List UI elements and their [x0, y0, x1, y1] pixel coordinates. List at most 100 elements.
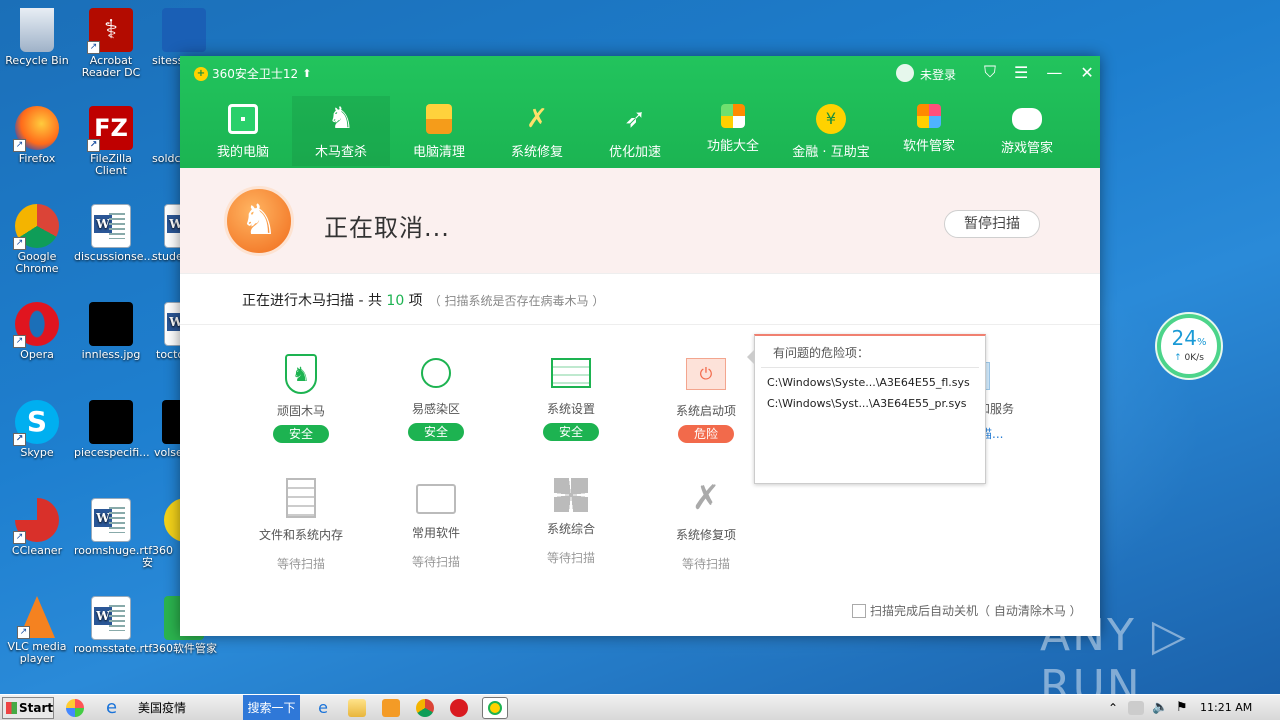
tab-trojan-scan[interactable]: ♞ 木马查杀 — [292, 96, 390, 166]
pause-scan-button[interactable]: 暂停扫描 — [944, 210, 1040, 238]
tab-finance[interactable]: ¥ 金融 · 互助宝 — [782, 96, 880, 166]
opera-icon: ↗ — [13, 302, 59, 348]
tab-optimize[interactable]: ➶ 优化加速 — [586, 96, 684, 166]
desktop-icon-volse[interactable]: volse — [142, 400, 206, 459]
status-badge: 危险 — [678, 425, 734, 443]
desktop-icon-toctc[interactable]: toctc — [142, 302, 204, 361]
tab-system-repair[interactable]: ✗ 系统修复 — [488, 96, 586, 166]
scan-item-system-settings[interactable]: 系统设置 安全 — [516, 354, 626, 441]
media-player-icon[interactable] — [382, 699, 400, 717]
clock[interactable]: 11:21 AM — [1200, 701, 1252, 714]
ie-icon: e — [106, 697, 118, 718]
taskbar-ie-window[interactable]: e 美国疫情 — [104, 697, 240, 719]
scan-item-infection-area[interactable]: 易感染区 安全 — [381, 354, 491, 441]
vlc-icon: ↗ — [17, 596, 55, 639]
search-button[interactable]: 搜索一下 — [243, 695, 300, 720]
desktop-icon-innless[interactable]: innless.jpg — [74, 302, 148, 361]
monitor-icon — [228, 104, 258, 134]
scan-item-stubborn-trojan[interactable]: ♞ 顽固木马 安全 — [246, 354, 356, 443]
desktop-icon-vlc[interactable]: ↗ VLC media player — [0, 596, 74, 665]
desktop-icon-360safe[interactable]: 360安 — [142, 498, 208, 569]
tab-my-computer[interactable]: 我的电脑 — [194, 96, 292, 166]
image-thumbnail-icon — [89, 302, 133, 346]
word-document-icon — [91, 498, 131, 542]
tab-software-manager[interactable]: 软件管家 — [880, 96, 978, 166]
network-icon[interactable] — [1128, 701, 1144, 715]
tab-cleanup[interactable]: 电脑清理 — [390, 96, 488, 166]
desktop-icon-firefox[interactable]: ↗ Firefox — [0, 106, 74, 165]
ccleaner-icon: ↗ — [13, 498, 59, 544]
status-text: 正在取消... — [324, 214, 450, 242]
tab-game-manager[interactable]: 游戏管家 — [978, 96, 1076, 166]
scan-item-common-software[interactable]: 常用软件 等待扫描 — [381, 478, 491, 570]
app-launcher-icon[interactable] — [66, 699, 84, 717]
app-title: + 360安全卫士12 ⬆ — [194, 65, 311, 82]
chrome-taskbar-icon[interactable] — [416, 699, 434, 717]
scan-item-repair-items[interactable]: ✗ 系统修复项 等待扫描 — [651, 478, 761, 572]
wrench-icon: ✗ — [526, 104, 548, 134]
desktop-icon-recycle-bin[interactable]: Recycle Bin — [0, 8, 74, 67]
scan-item-files-memory[interactable]: 文件和系统内存 等待扫描 — [246, 478, 356, 572]
desktop-icon-stude[interactable]: stude — [142, 204, 204, 263]
skype-icon: S ↗ — [13, 400, 59, 446]
desktop-icon-roomshuge[interactable]: roomshuge.rtf — [74, 498, 152, 557]
360-safe-taskbar-icon[interactable] — [482, 697, 508, 719]
volume-icon[interactable]: 🔈 — [1152, 699, 1170, 717]
grid-icon — [721, 104, 745, 128]
rocket-icon: ➶ — [624, 104, 646, 134]
recycle-bin-icon — [20, 8, 54, 52]
taskbar: Start e 美国疫情 搜索一下 e ⌃ 🔈 ⚑ 11:21 AM — [0, 694, 1280, 720]
scan-item-system-general[interactable]: 系统综合 等待扫描 — [516, 478, 626, 566]
status-badge: 安全 — [543, 423, 599, 441]
broom-icon — [426, 104, 452, 134]
desktop-icon-chrome[interactable]: ↗ Google Chrome — [0, 204, 74, 275]
ie-quicklaunch-icon[interactable]: e — [314, 699, 332, 717]
blue-file-icon — [162, 8, 206, 52]
start-button[interactable]: Start — [2, 697, 54, 719]
tab-features[interactable]: 功能大全 — [684, 96, 782, 166]
speed-widget[interactable]: 24% ↑ 0K/s — [1157, 314, 1221, 378]
tray-expand-icon[interactable]: ⌃ — [1108, 699, 1126, 717]
status-badge: 安全 — [408, 423, 464, 441]
coin-icon: ¥ — [816, 104, 846, 134]
desktop-icon-roomsstate[interactable]: roomsstate.rtf — [74, 596, 152, 655]
windows-logo-icon — [554, 478, 588, 512]
scan-progress-line: 正在进行木马扫描 - 共 10 项（ 扫描系统是否存在病毒木马 ） — [242, 293, 605, 309]
document-icon — [286, 478, 316, 518]
acrobat-icon: ⚕ ↗ — [87, 8, 133, 54]
scan-item-startup[interactable]: ⏻ 系统启动项 危险 — [651, 354, 761, 443]
danger-items-popup: 有问题的危险项： C:\Windows\Syste...\A3E64E55_fl… — [747, 334, 986, 484]
upload-arrow-icon: ↑ — [1174, 353, 1182, 363]
close-icon[interactable]: ✕ — [1080, 63, 1093, 82]
explorer-icon[interactable] — [348, 699, 366, 717]
desktop-icon-sitess[interactable]: sitess — [142, 8, 206, 67]
monitor-settings-icon — [551, 358, 591, 388]
desktop-icon-piecespecifi[interactable]: piecespecifi... — [74, 400, 150, 459]
user-login[interactable]: 未登录 — [896, 62, 956, 83]
chrome-icon: ↗ — [13, 204, 59, 250]
skin-shirt-icon[interactable]: ⛉ — [984, 62, 996, 82]
desktop-icon-acrobat[interactable]: ⚕ ↗ Acrobat Reader DC — [74, 8, 148, 79]
360-logo-icon: + — [194, 66, 208, 81]
filezilla-icon: FZ ↗ — [87, 106, 133, 152]
desktop-icon-filezilla[interactable]: FZ ↗ FileZilla Client — [74, 106, 148, 177]
danger-file-item[interactable]: C:\Windows\Syste...\A3E64E55_fl.sys — [755, 368, 985, 389]
danger-file-item[interactable]: C:\Windows\Syst...\A3E64E55_pr.sys — [755, 389, 985, 410]
firefox-icon: ↗ — [13, 106, 59, 152]
trojan-horse-logo-icon — [224, 186, 294, 256]
gamepad-icon — [1012, 108, 1042, 130]
minimize-icon[interactable]: — — [1046, 63, 1062, 82]
desktop-icon-opera[interactable]: ↗ Opera — [0, 302, 74, 361]
desktop-icon-soldca[interactable]: soldca — [142, 106, 187, 165]
menu-icon[interactable]: ☰ — [1014, 63, 1028, 82]
upgrade-arrow-icon[interactable]: ⬆ — [302, 67, 311, 80]
desktop-icon-ccleaner[interactable]: ↗ CCleaner — [0, 498, 74, 557]
desktop-icon-skype[interactable]: S ↗ Skype — [0, 400, 74, 459]
flag-icon[interactable]: ⚑ — [1176, 699, 1194, 717]
auto-shutdown-checkbox[interactable] — [852, 603, 866, 618]
opera-taskbar-icon[interactable] — [450, 699, 468, 717]
desktop-icon-discussions[interactable]: discussionse... — [74, 204, 154, 263]
avatar-icon — [896, 63, 914, 82]
360-safe-window: + 360安全卫士12 ⬆ 未登录 ⛉ ☰ — ✕ 我的电脑 ♞ 木马查杀 电脑… — [180, 56, 1100, 636]
status-badge: 安全 — [273, 425, 329, 443]
